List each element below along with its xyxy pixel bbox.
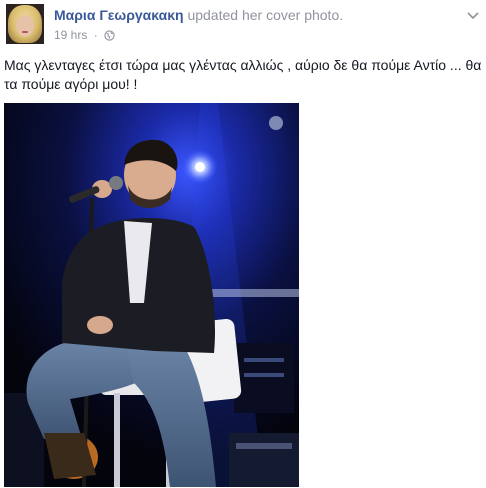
feed-post: Μαρια Γεωργακακη updated her cover photo… bbox=[0, 0, 486, 488]
avatar-lips bbox=[22, 31, 28, 33]
post-meta: 19 hrs · bbox=[54, 27, 115, 45]
chevron-down-icon[interactable] bbox=[466, 8, 480, 20]
concert-photo bbox=[4, 103, 299, 487]
post-header: Μαρια Γεωργακακη updated her cover photo… bbox=[54, 6, 343, 24]
post-message: Μας γλενταγες έτσι τώρα μας γλέντας αλλι… bbox=[4, 57, 482, 92]
author-name-link[interactable]: Μαρια Γεωργακακη bbox=[54, 7, 184, 23]
globe-icon[interactable] bbox=[104, 29, 115, 45]
post-timestamp[interactable]: 19 hrs bbox=[54, 28, 87, 42]
meta-separator: · bbox=[93, 28, 98, 42]
author-avatar[interactable] bbox=[6, 4, 44, 44]
avatar-face bbox=[16, 15, 34, 37]
cover-photo[interactable] bbox=[4, 103, 299, 487]
post-action-text: updated her cover photo. bbox=[187, 7, 344, 23]
